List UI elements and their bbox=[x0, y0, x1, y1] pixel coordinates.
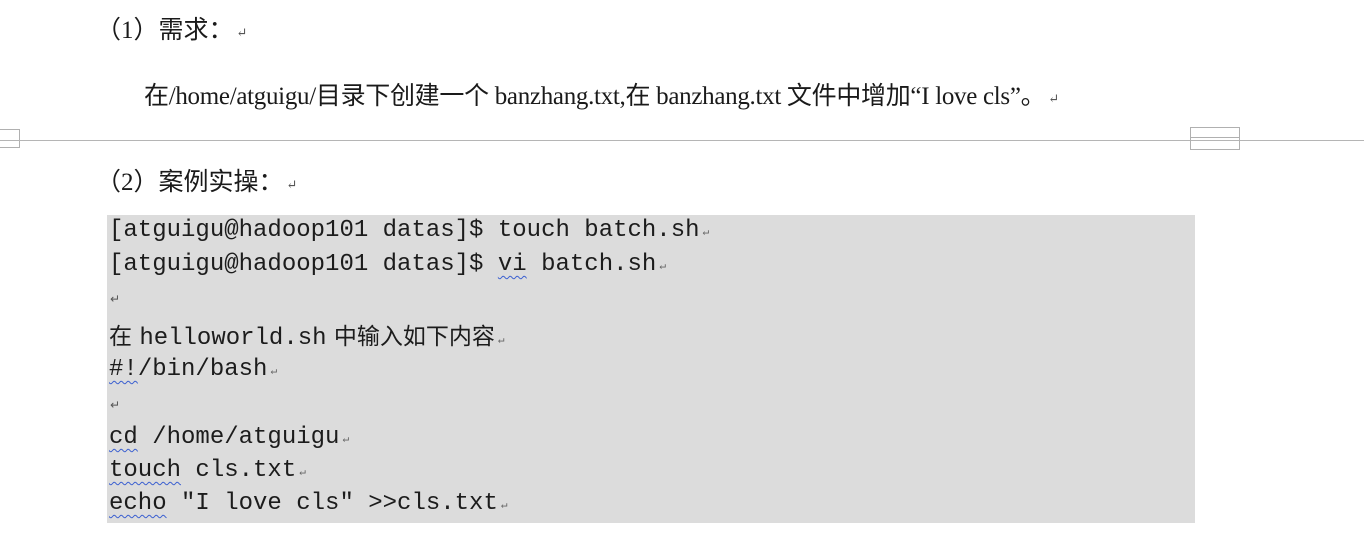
code-text: helloworld.sh bbox=[139, 325, 327, 352]
shell-prompt: [atguigu@hadoop101 datas]$ bbox=[109, 251, 498, 278]
paragraph-mark-icon: ↵ bbox=[236, 25, 248, 40]
code-line: #!/bin/bash ↵ bbox=[109, 355, 277, 387]
code-text: 在 bbox=[109, 324, 140, 350]
paragraph-mark-icon: ↵ bbox=[270, 366, 278, 378]
spellcheck-word: vi bbox=[497, 251, 527, 278]
code-text: /bin/bash bbox=[137, 356, 268, 383]
page-break-line bbox=[0, 140, 1364, 141]
paragraph-mark-icon: ↵ bbox=[1048, 91, 1059, 106]
code-line: [atguigu@hadoop101 datas]$ vi batch.sh ↵ bbox=[109, 250, 666, 282]
section-1-heading: （1）需求： ↵ bbox=[96, 16, 247, 48]
section-1-heading-text: （1）需求： bbox=[96, 17, 234, 44]
code-line: echo "I love cls" >>cls.txt ↵ bbox=[109, 489, 508, 521]
code-text: cls.txt bbox=[181, 457, 297, 484]
code-line: touch cls.txt ↵ bbox=[109, 456, 306, 488]
shell-prompt: [atguigu@hadoop101 datas]$ bbox=[109, 217, 498, 244]
paragraph-mark-icon: ↵ bbox=[497, 335, 505, 347]
code-text: 中输入如下内容 bbox=[326, 324, 495, 350]
left-margin-marker bbox=[0, 129, 20, 148]
spellcheck-word: touch bbox=[109, 457, 182, 484]
spellcheck-word: #! bbox=[109, 356, 138, 383]
code-text: "I love cls" >>cls.txt bbox=[166, 490, 498, 517]
code-line: cd /home/atguigu ↵ bbox=[109, 423, 349, 455]
code-line: [atguigu@hadoop101 datas]$ touch batch.s… bbox=[109, 216, 709, 248]
paragraph-mark-icon: ↵ bbox=[342, 434, 350, 446]
paragraph-mark-icon: ↵ bbox=[500, 500, 508, 512]
code-line: 在 helloworld.sh 中输入如下内容 ↵ bbox=[109, 322, 504, 356]
section-2-heading-text: （2）案例实操： bbox=[96, 169, 284, 196]
paragraph-mark-icon: ↵ bbox=[286, 177, 298, 192]
shell-command: batch.sh bbox=[526, 251, 657, 278]
code-text: /home/atguigu bbox=[137, 424, 340, 451]
paragraph-mark-icon: ↵ bbox=[110, 292, 121, 306]
shell-command: touch batch.sh bbox=[497, 217, 700, 244]
section-2-heading: （2）案例实操： ↵ bbox=[96, 168, 297, 200]
spellcheck-word: echo bbox=[109, 490, 167, 517]
spellcheck-word: cd bbox=[109, 424, 138, 451]
paragraph-mark-icon: ↵ bbox=[299, 467, 306, 479]
requirement-text: 在/home/atguigu/目录下创建一个 banzhang.txt,在 ba… bbox=[144, 83, 1046, 110]
requirement-paragraph: 在/home/atguigu/目录下创建一个 banzhang.txt,在 ba… bbox=[144, 82, 1059, 114]
paragraph-mark-icon: ↵ bbox=[659, 261, 666, 273]
paragraph-mark-icon: ↵ bbox=[110, 398, 121, 412]
paragraph-mark-icon: ↵ bbox=[702, 227, 710, 239]
right-margin-marker bbox=[1190, 127, 1240, 150]
